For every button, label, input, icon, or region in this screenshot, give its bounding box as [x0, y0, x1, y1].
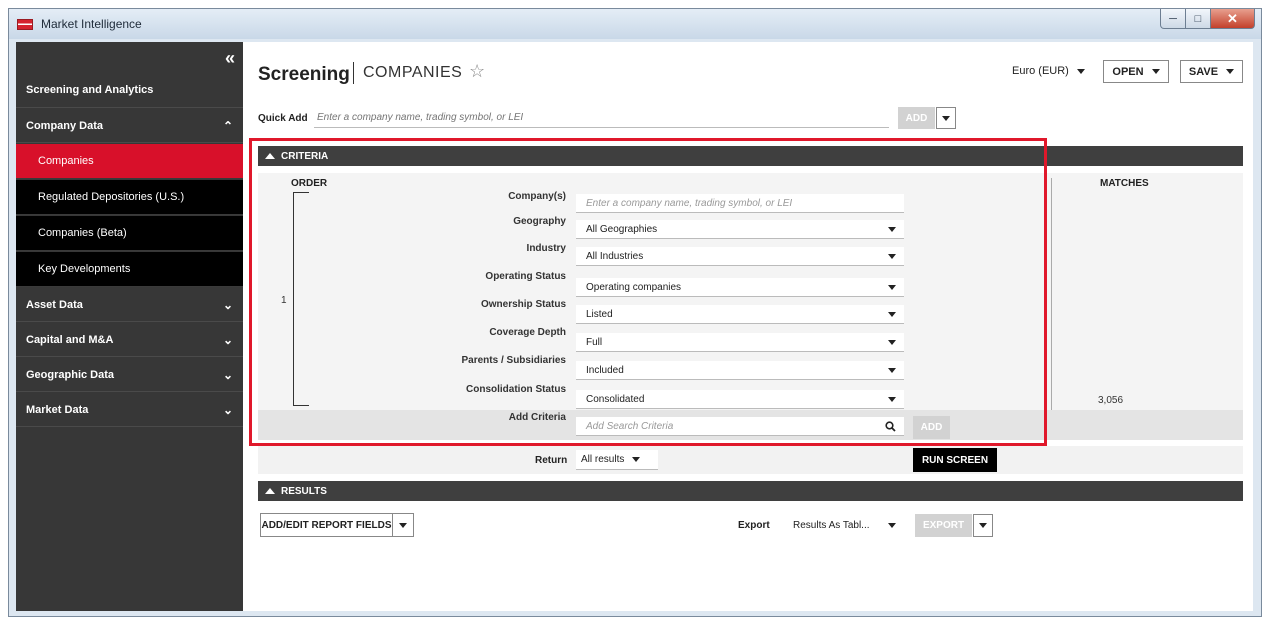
chevron-down-icon: ⌄	[222, 367, 233, 382]
maximize-icon: □	[1194, 12, 1202, 25]
sidebar-section-asset-data[interactable]: Asset Data ⌄	[16, 288, 243, 322]
add-edit-dropdown[interactable]	[393, 514, 413, 536]
run-screen-band	[258, 446, 1243, 474]
caret-down-icon	[399, 522, 407, 528]
sidebar-item-companies[interactable]: Companies	[16, 144, 243, 179]
minimize-button[interactable]: ─	[1160, 9, 1186, 29]
currency-value: Euro (EUR)	[1012, 65, 1069, 77]
sidebar-section-label: Company Data	[26, 119, 104, 132]
export-dropdown-button[interactable]	[973, 514, 993, 537]
add-edit-report-fields-label: ADD/EDIT REPORT FIELDS	[261, 514, 393, 536]
save-label: SAVE	[1188, 65, 1219, 78]
star-icon[interactable]: ☆	[469, 61, 485, 82]
sidebar-item-label: Companies	[38, 155, 94, 167]
sidebar-section-screening[interactable]: Screening and Analytics	[16, 72, 243, 108]
caret-down-icon	[1226, 69, 1235, 74]
matches-count: 3,056	[1098, 395, 1124, 406]
sidebar-item-regulated-depositories[interactable]: Regulated Depositories (U.S.)	[16, 180, 243, 215]
sidebar-item-key-developments[interactable]: Key Developments	[16, 252, 243, 287]
sidebar-section-capital-ma[interactable]: Capital and M&A ⌄	[16, 323, 243, 357]
return-value: All results	[581, 454, 625, 465]
chevron-down-icon: ⌄	[222, 332, 233, 347]
sidebar-section-label: Capital and M&A	[26, 333, 114, 346]
results-header[interactable]: RESULTS	[258, 481, 1243, 501]
window-title: Market Intelligence	[41, 17, 142, 31]
close-button[interactable]: ✕	[1211, 9, 1255, 29]
page-title: Screening	[258, 64, 350, 85]
sidebar-section-geographic-data[interactable]: Geographic Data ⌄	[16, 358, 243, 392]
sidebar-item-label: Key Developments	[38, 263, 131, 275]
return-select[interactable]: All results	[576, 450, 658, 470]
caret-down-icon	[632, 457, 641, 462]
sidebar-section-label: Geographic Data	[26, 368, 115, 381]
sidebar-item-label: Companies (Beta)	[38, 227, 127, 239]
quick-add-dropdown-button[interactable]	[936, 107, 956, 129]
maximize-button[interactable]: □	[1186, 9, 1211, 29]
chevron-up-icon: ⌃	[222, 118, 233, 133]
chevron-down-icon: ⌄	[222, 402, 233, 417]
caret-down-icon	[979, 523, 987, 528]
page-subtitle: COMPANIES	[363, 64, 463, 81]
chevron-down-icon: ⌄	[222, 297, 233, 312]
title-bar: Market Intelligence ─ □ ✕	[9, 9, 1261, 39]
quick-add-add-button[interactable]: ADD	[898, 107, 935, 129]
sidebar-section-company-data[interactable]: Company Data ⌃	[16, 109, 243, 143]
sidebar-section-label: Market Data	[26, 403, 89, 416]
close-icon: ✕	[1227, 10, 1238, 26]
matches-header: MATCHES	[1100, 178, 1149, 189]
export-button[interactable]: EXPORT	[915, 514, 972, 537]
open-button[interactable]: OPEN	[1103, 60, 1169, 83]
title-divider	[353, 62, 354, 84]
minimize-icon: ─	[1169, 12, 1177, 25]
caret-down-icon	[942, 115, 950, 121]
sidebar: « Screening and Analytics Company Data ⌃…	[16, 42, 243, 611]
quick-add-input[interactable]	[314, 108, 889, 128]
export-format-select[interactable]: Results As Tabl...	[788, 515, 901, 535]
export-format-value: Results As Tabl...	[793, 519, 870, 531]
open-label: OPEN	[1112, 65, 1144, 78]
matches-divider	[1051, 178, 1052, 410]
save-button[interactable]: SAVE	[1180, 60, 1243, 83]
collapse-sidebar-icon[interactable]: «	[225, 48, 235, 69]
add-edit-report-fields-button[interactable]: ADD/EDIT REPORT FIELDS	[260, 513, 414, 537]
return-label: Return	[535, 455, 568, 466]
caret-down-icon	[888, 522, 896, 528]
caret-down-icon	[1151, 69, 1160, 74]
run-screen-button[interactable]: RUN SCREEN	[913, 448, 997, 472]
currency-select[interactable]: Euro (EUR)	[1012, 65, 1085, 77]
sidebar-section-market-data[interactable]: Market Data ⌄	[16, 393, 243, 427]
sidebar-item-label: Regulated Depositories (U.S.)	[38, 191, 185, 203]
sidebar-section-label: Asset Data	[26, 298, 83, 311]
caret-down-icon	[1076, 68, 1085, 74]
chevron-up-icon	[265, 488, 275, 494]
export-label: Export	[738, 520, 770, 531]
sidebar-item-companies-beta[interactable]: Companies (Beta)	[16, 216, 243, 251]
app-logo-icon	[17, 19, 33, 30]
results-header-label: RESULTS	[281, 485, 327, 497]
quick-add-label: Quick Add	[258, 113, 308, 124]
sidebar-section-label: Screening and Analytics	[26, 83, 154, 96]
criteria-highlight-box	[249, 138, 1047, 446]
